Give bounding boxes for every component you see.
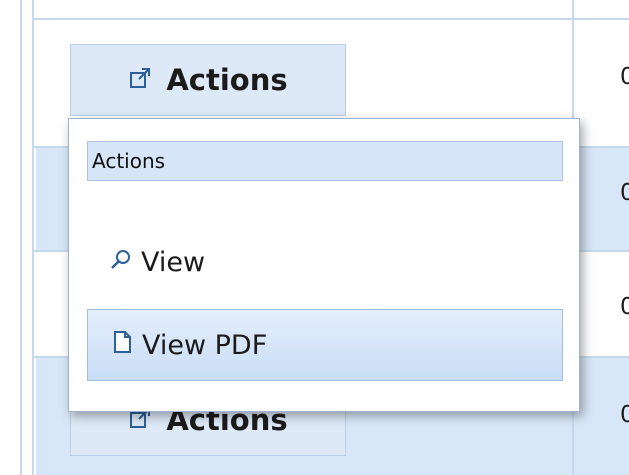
menu-item-view[interactable]: View [87, 233, 563, 291]
external-link-icon [128, 63, 152, 97]
number-cell: 0 [574, 148, 629, 250]
magnifier-icon [109, 247, 133, 278]
number-cell: 0 [620, 64, 629, 90]
menu-item-view-pdf[interactable]: View PDF [87, 309, 563, 381]
menu-item-label: View [141, 246, 206, 278]
menu-header: Actions [87, 141, 563, 181]
actions-button-label: Actions [166, 63, 288, 97]
actions-button[interactable]: Actions [70, 44, 346, 116]
grid-left-border-inner [32, 0, 34, 475]
document-icon [110, 330, 134, 361]
number-cell: 0 [574, 358, 629, 475]
menu-item-label: View PDF [142, 329, 268, 361]
grid-left-border [20, 0, 22, 475]
actions-menu: Actions View View PDF [68, 118, 580, 412]
number-cell: 0 [620, 294, 629, 320]
